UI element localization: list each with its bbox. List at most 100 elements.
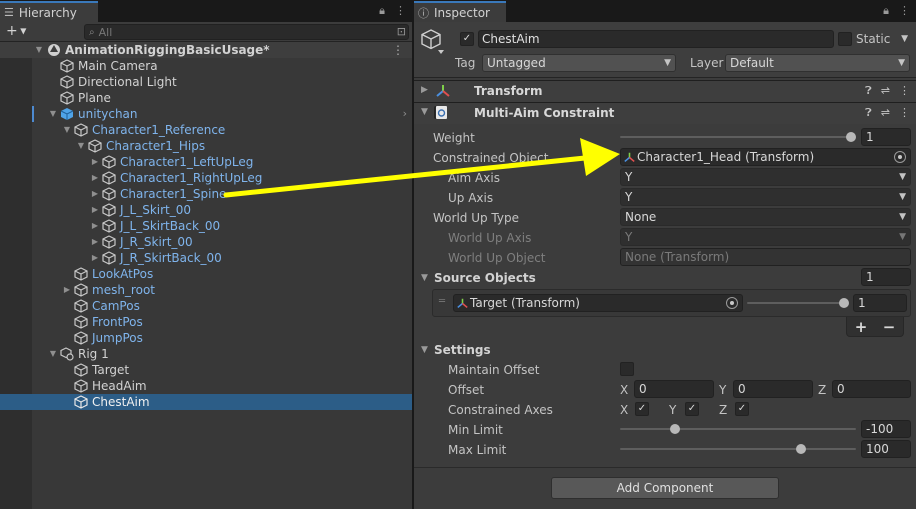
- list-item[interactable]: HeadAim: [0, 378, 412, 394]
- kebab-menu-icon[interactable]: ⋮: [899, 106, 910, 120]
- search-input[interactable]: ⌕ All ⊡: [84, 24, 409, 40]
- list-item[interactable]: JumpPos: [0, 330, 412, 346]
- offset-x-input[interactable]: 0: [634, 380, 714, 398]
- fold-arrow-icon[interactable]: ▶: [90, 250, 100, 266]
- kebab-menu-icon[interactable]: ⋮: [395, 4, 406, 18]
- fold-arrow-icon[interactable]: ▼: [421, 345, 428, 355]
- static-label: Static: [856, 32, 891, 46]
- list-item[interactable]: ▼ Rig 1: [0, 346, 412, 362]
- list-item-prefab[interactable]: ▼ unitychan ›: [0, 106, 412, 122]
- list-item[interactable]: FrontPos: [0, 314, 412, 330]
- constrained-object-field[interactable]: Character1_Head (Transform): [620, 148, 911, 166]
- max-limit-slider-track[interactable]: [620, 448, 856, 450]
- tab-hierarchy[interactable]: ☰ Hierarchy: [0, 1, 98, 22]
- source-target-field[interactable]: Target (Transform): [453, 294, 743, 312]
- fold-arrow-icon[interactable]: ▶: [90, 234, 100, 250]
- fold-arrow-icon[interactable]: ▼: [48, 346, 58, 362]
- fold-arrow-icon[interactable]: ▼: [34, 42, 44, 58]
- source-weight-slider-knob[interactable]: [839, 298, 849, 308]
- min-limit-slider-knob[interactable]: [670, 424, 680, 434]
- min-limit-input[interactable]: -100: [861, 420, 911, 438]
- transform-component-header[interactable]: ▶ Transform ❓︎ ⇌ ⋮: [414, 80, 916, 102]
- axes-x-checkbox[interactable]: ✓: [635, 402, 649, 416]
- weight-slider-knob[interactable]: [846, 132, 856, 142]
- kebab-menu-icon[interactable]: ⋮: [899, 84, 910, 98]
- presets-icon[interactable]: ⇌: [881, 106, 890, 120]
- fold-arrow-icon[interactable]: ▶: [90, 154, 100, 170]
- fold-arrow-icon[interactable]: ▼: [48, 106, 58, 122]
- tag-label: Tag: [455, 56, 476, 70]
- list-item[interactable]: ▶ Character1_Spine: [0, 186, 412, 202]
- fold-arrow-icon[interactable]: ▶: [90, 202, 100, 218]
- source-weight-input[interactable]: 1: [853, 294, 907, 312]
- list-item[interactable]: ▶ J_R_SkirtBack_00: [0, 250, 412, 266]
- list-item[interactable]: CamPos: [0, 298, 412, 314]
- fold-arrow-icon[interactable]: ▼: [421, 107, 428, 117]
- list-item[interactable]: Target: [0, 362, 412, 378]
- list-item[interactable]: ▼ Character1_Reference: [0, 122, 412, 138]
- object-name-field[interactable]: ChestAim: [478, 30, 834, 48]
- weight-input[interactable]: 1: [861, 128, 911, 146]
- static-checkbox[interactable]: [838, 32, 852, 46]
- weight-slider-track[interactable]: [620, 136, 856, 138]
- help-icon[interactable]: ❓︎: [865, 106, 872, 120]
- active-checkbox[interactable]: ✓: [460, 32, 474, 46]
- add-source-button[interactable]: +: [855, 318, 868, 336]
- list-item[interactable]: LookAtPos: [0, 266, 412, 282]
- layer-dropdown[interactable]: Default ▼: [725, 54, 910, 72]
- fold-arrow-icon[interactable]: ▶: [421, 85, 428, 95]
- fold-arrow-icon[interactable]: ▶: [90, 186, 100, 202]
- list-item[interactable]: ▶ J_R_Skirt_00: [0, 234, 412, 250]
- source-weight-slider-track[interactable]: [747, 302, 847, 304]
- max-limit-slider-knob[interactable]: [796, 444, 806, 454]
- chevron-right-icon[interactable]: ›: [403, 106, 407, 122]
- max-limit-input[interactable]: 100: [861, 440, 911, 458]
- list-item[interactable]: Plane: [0, 90, 412, 106]
- fold-arrow-icon[interactable]: ▶: [62, 282, 72, 298]
- offset-z-input[interactable]: 0: [832, 380, 911, 398]
- tag-dropdown[interactable]: Untagged ▼: [482, 54, 676, 72]
- remove-source-button[interactable]: −: [883, 318, 896, 336]
- create-button[interactable]: + ▼: [6, 23, 26, 39]
- object-picker-icon[interactable]: [726, 297, 738, 309]
- presets-icon[interactable]: ⇌: [881, 84, 890, 98]
- static-dropdown[interactable]: ▼: [896, 31, 910, 49]
- list-item[interactable]: ▶ Character1_RightUpLeg: [0, 170, 412, 186]
- gameobject-icon: [74, 299, 88, 313]
- scene-row[interactable]: ▼ AnimationRiggingBasicUsage* ⋮: [0, 42, 412, 58]
- list-item[interactable]: ▼ Character1_Hips: [0, 138, 412, 154]
- list-item[interactable]: ▶ mesh_root: [0, 282, 412, 298]
- aim-axis-dropdown[interactable]: Y ▼: [620, 168, 911, 186]
- offset-y-input[interactable]: 0: [733, 380, 813, 398]
- list-item[interactable]: ▶ Character1_LeftUpLeg: [0, 154, 412, 170]
- fold-arrow-icon[interactable]: ▼: [421, 273, 428, 283]
- help-icon[interactable]: ❓︎: [865, 84, 872, 98]
- source-objects-count[interactable]: 1: [861, 268, 911, 286]
- object-picker-icon[interactable]: [894, 151, 906, 163]
- kebab-menu-icon[interactable]: ⋮: [899, 4, 910, 18]
- list-item[interactable]: ▶ J_L_Skirt_00: [0, 202, 412, 218]
- filter-icon[interactable]: ⊡: [397, 25, 406, 38]
- up-axis-dropdown[interactable]: Y ▼: [620, 188, 911, 206]
- maintain-offset-checkbox[interactable]: [620, 362, 634, 376]
- list-item[interactable]: Main Camera: [0, 58, 412, 74]
- world-up-object-field: None (Transform): [620, 248, 911, 266]
- fold-arrow-icon[interactable]: ▶: [90, 218, 100, 234]
- lock-icon[interactable]: 🔒︎: [883, 4, 889, 18]
- tab-inspector[interactable]: ⓘ Inspector: [414, 1, 506, 22]
- axes-y-checkbox[interactable]: ✓: [685, 402, 699, 416]
- fold-arrow-icon[interactable]: ▼: [76, 138, 86, 154]
- axes-z-checkbox[interactable]: ✓: [735, 402, 749, 416]
- scene-menu-icon[interactable]: ⋮: [392, 42, 404, 58]
- list-item[interactable]: Directional Light: [0, 74, 412, 90]
- fold-arrow-icon[interactable]: ▼: [62, 122, 72, 138]
- list-item[interactable]: ▶ J_L_SkirtBack_00: [0, 218, 412, 234]
- drag-handle-icon[interactable]: ═: [439, 296, 445, 307]
- list-item-selected[interactable]: ChestAim: [0, 394, 412, 410]
- world-up-type-dropdown[interactable]: None ▼: [620, 208, 911, 226]
- lock-icon[interactable]: 🔒︎: [379, 4, 385, 18]
- min-limit-slider-track[interactable]: [620, 428, 856, 430]
- add-component-button[interactable]: Add Component: [551, 477, 779, 499]
- fold-arrow-icon[interactable]: ▶: [90, 170, 100, 186]
- multi-aim-constraint-header[interactable]: ▼ Multi-Aim Constraint ❓︎ ⇌ ⋮: [414, 102, 916, 124]
